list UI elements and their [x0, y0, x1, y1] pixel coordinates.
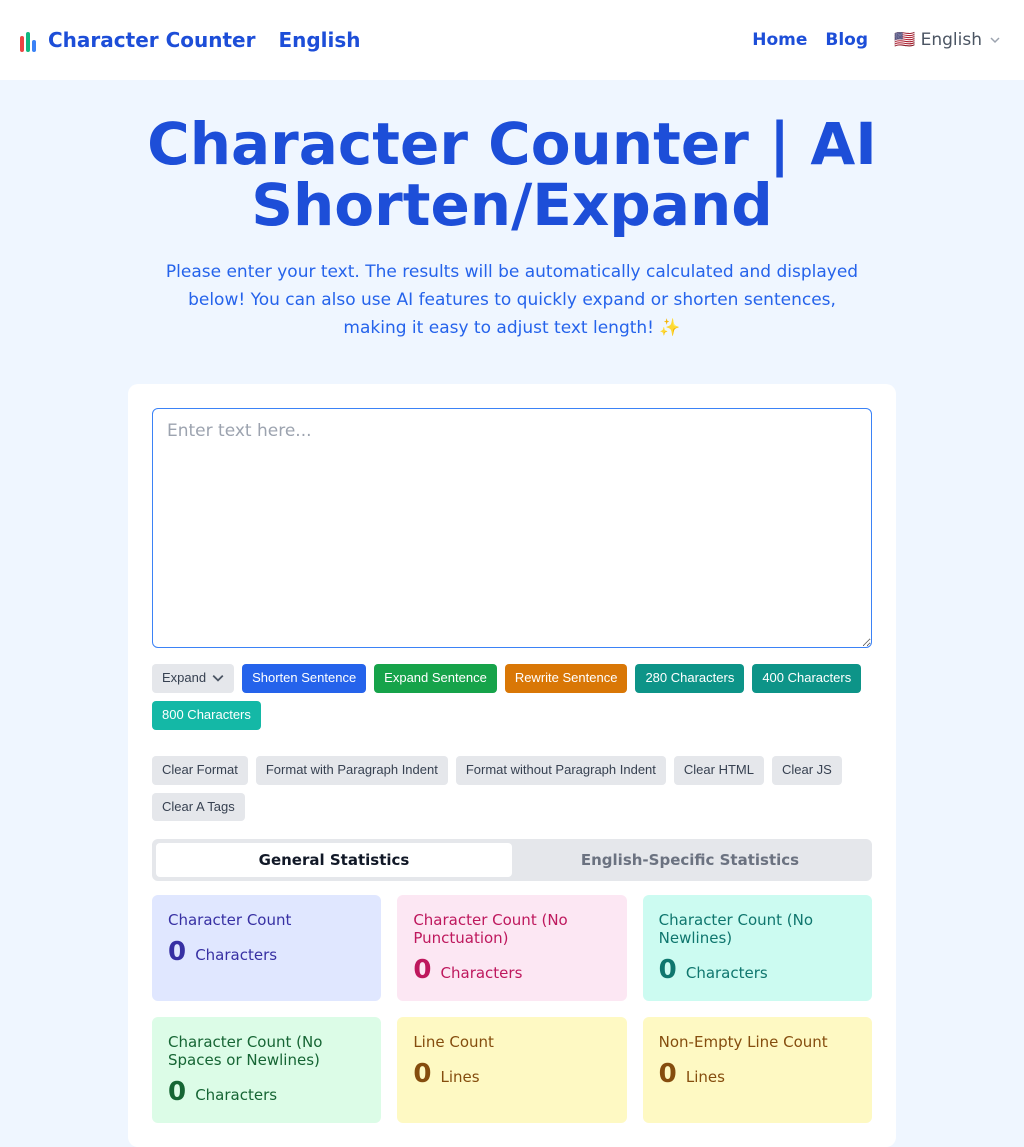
- format-button-row: Clear Format Format with Paragraph Inden…: [152, 756, 872, 822]
- stat-label: Non-Empty Line Count: [659, 1033, 856, 1051]
- nav-home[interactable]: Home: [752, 30, 807, 50]
- stat-label: Character Count (No Punctuation): [413, 911, 610, 947]
- bar-chart-icon: [16, 28, 40, 52]
- language-selector[interactable]: 🇺🇸 English: [886, 26, 1008, 54]
- clear-format-button[interactable]: Clear Format: [152, 756, 248, 785]
- hero: Character Counter | AI Shorten/Expand Pl…: [0, 80, 1024, 1147]
- page-title: Character Counter | AI Shorten/Expand: [77, 114, 947, 236]
- stat-value: 0: [659, 1059, 677, 1089]
- stat-line-count: Line Count 0 Lines: [397, 1017, 626, 1123]
- stat-unit: Characters: [441, 964, 523, 982]
- main-card: Expand Shorten Sentence Expand Sentence …: [128, 384, 896, 1147]
- language-label: 🇺🇸 English: [894, 30, 982, 50]
- clear-a-tags-button[interactable]: Clear A Tags: [152, 793, 245, 822]
- brand-title-a: Character Counter: [48, 28, 255, 52]
- chars-280-button[interactable]: 280 Characters: [635, 664, 744, 693]
- stat-char-no-newlines: Character Count (No Newlines) 0 Characte…: [643, 895, 872, 1001]
- chevron-down-icon: [990, 35, 1000, 45]
- stat-char-no-space-newline: Character Count (No Spaces or Newlines) …: [152, 1017, 381, 1123]
- stats-tabs: General Statistics English-Specific Stat…: [152, 839, 872, 881]
- stat-char-count: Character Count 0 Characters: [152, 895, 381, 1001]
- stat-value: 0: [168, 937, 186, 967]
- stat-value: 0: [413, 955, 431, 985]
- stat-value: 0: [659, 955, 677, 985]
- chars-400-button[interactable]: 400 Characters: [752, 664, 861, 693]
- ai-button-row: Expand Shorten Sentence Expand Sentence …: [152, 664, 872, 730]
- stat-unit: Characters: [686, 964, 768, 982]
- expand-menu-label: Expand: [162, 670, 206, 687]
- format-without-indent-button[interactable]: Format without Paragraph Indent: [456, 756, 666, 785]
- rewrite-sentence-button[interactable]: Rewrite Sentence: [505, 664, 628, 693]
- stat-unit: Lines: [441, 1068, 480, 1086]
- shorten-sentence-button[interactable]: Shorten Sentence: [242, 664, 366, 693]
- nav: Home Blog 🇺🇸 English: [752, 26, 1008, 54]
- stat-label: Character Count (No Newlines): [659, 911, 856, 947]
- stat-label: Character Count (No Spaces or Newlines): [168, 1033, 365, 1069]
- page-subtitle: Please enter your text. The results will…: [162, 258, 862, 342]
- stats-grid: Character Count 0 Characters Character C…: [152, 895, 872, 1123]
- stat-unit: Characters: [195, 946, 277, 964]
- expand-sentence-button[interactable]: Expand Sentence: [374, 664, 497, 693]
- nav-blog[interactable]: Blog: [825, 30, 868, 50]
- clear-html-button[interactable]: Clear HTML: [674, 756, 764, 785]
- stat-label: Character Count: [168, 911, 365, 929]
- stat-char-no-punct: Character Count (No Punctuation) 0 Chara…: [397, 895, 626, 1001]
- expand-menu-button[interactable]: Expand: [152, 664, 234, 693]
- stat-unit: Lines: [686, 1068, 725, 1086]
- brand[interactable]: Character Counter English: [16, 28, 361, 52]
- tab-general-stats[interactable]: General Statistics: [156, 843, 512, 877]
- brand-title-b: English: [278, 28, 360, 52]
- stat-value: 0: [413, 1059, 431, 1089]
- stat-label: Line Count: [413, 1033, 610, 1051]
- clear-js-button[interactable]: Clear JS: [772, 756, 842, 785]
- stat-value: 0: [168, 1077, 186, 1107]
- tab-english-stats[interactable]: English-Specific Statistics: [512, 843, 868, 877]
- format-with-indent-button[interactable]: Format with Paragraph Indent: [256, 756, 448, 785]
- chevron-down-icon: [212, 672, 224, 684]
- header: Character Counter English Home Blog 🇺🇸 E…: [0, 0, 1024, 80]
- text-input[interactable]: [152, 408, 872, 648]
- chars-800-button[interactable]: 800 Characters: [152, 701, 261, 730]
- stat-unit: Characters: [195, 1086, 277, 1104]
- stat-non-empty-line-count: Non-Empty Line Count 0 Lines: [643, 1017, 872, 1123]
